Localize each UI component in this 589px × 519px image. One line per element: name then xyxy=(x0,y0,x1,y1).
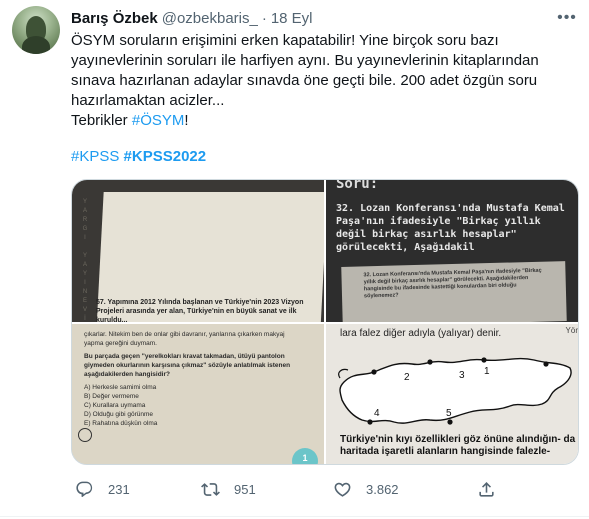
map-label: 4 xyxy=(374,408,380,419)
side-letter: I xyxy=(84,280,86,286)
media-photo-book-page[interactable]: YARGI YAYINEVİ 57. Yapımına 2012 Yılında… xyxy=(72,180,324,322)
separator-dot: · xyxy=(261,9,267,27)
option-e: E) Rahatına düşkün olma xyxy=(84,420,158,427)
map-point xyxy=(371,369,377,375)
option-b: B) Değer vermeme xyxy=(84,393,139,400)
congrats-text: Tebrikler xyxy=(71,112,132,129)
media-photo-map-question[interactable]: lara falez diğer adıyla (yalıyar) denir.… xyxy=(326,324,578,464)
photo-side-text: Yör xyxy=(565,326,578,335)
tweet-text-line: yayınevlerinin soruları ile harfiyen ayn… xyxy=(71,52,539,69)
inset-photo-text: 32. Lozan Konferansı'nda Mustafa Kemal P… xyxy=(363,267,542,300)
side-letter: A xyxy=(82,208,87,214)
tweet-text-line: hazırlamaktan acizler... xyxy=(71,92,225,109)
media-photo-dark-question[interactable]: Soru: 32. Lozan Konferansı'nda Mustafa K… xyxy=(326,180,578,322)
tweet-text-line: ÖSYM soruların erişimini erken kapatabil… xyxy=(71,32,499,49)
hashtag-kpss[interactable]: #KPSS xyxy=(71,148,119,165)
side-letter: A xyxy=(82,262,87,268)
turkey-map: 1 2 3 4 5 xyxy=(338,357,572,425)
author-handle[interactable]: @ozbekbaris_ xyxy=(162,10,258,27)
media-photo-question-options[interactable]: çıkarlar. Nitekim ben de onlar gibi davr… xyxy=(72,324,324,464)
answer-circle xyxy=(78,428,92,442)
map-label: 2 xyxy=(404,372,410,383)
divider xyxy=(0,516,589,517)
map-point xyxy=(367,419,373,425)
map-label: 5 xyxy=(446,408,452,419)
media-grid: YARGI YAYINEVİ 57. Yapımına 2012 Yılında… xyxy=(71,179,579,465)
map-point xyxy=(447,419,453,425)
like-count: 3.862 xyxy=(366,481,399,497)
side-letter: R xyxy=(82,217,88,223)
map-label: 1 xyxy=(484,366,490,377)
side-letter: I xyxy=(84,235,86,241)
tweet-header: Barış Özbek @ozbekbaris_ · 18 Eyl xyxy=(71,8,313,28)
tweet[interactable]: Barış Özbek @ozbekbaris_ · 18 Eyl ••• ÖS… xyxy=(0,0,589,519)
photo-title: Soru: xyxy=(336,180,379,192)
photo-question-text: Bu parçada geçen "yerelkokları kravat ta… xyxy=(84,353,291,378)
option-a: A) Herkesle samimi olma xyxy=(84,384,157,391)
photo-question-block: çıkarlar. Nitekim ben de onlar gibi davr… xyxy=(84,330,304,428)
retweet-count: 951 xyxy=(234,481,256,497)
map-thrace xyxy=(338,368,349,379)
avatar[interactable] xyxy=(12,6,60,54)
photo-question-text: 32. Lozan Konferansı'nda Mustafa Kemal P… xyxy=(336,203,565,253)
option-d: D) Olduğu gibi görünme xyxy=(84,411,154,418)
hashtag-row: #KPSS #KPSS2022 xyxy=(71,147,206,167)
hashtag-osym[interactable]: #ÖSYM xyxy=(132,112,185,129)
photo-question-text: 57. Yapımına 2012 Yılında başlanan ve Tü… xyxy=(96,299,304,322)
photo-top-text: lara falez diğer adıyla (yalıyar) denir. xyxy=(340,328,502,339)
reply-button[interactable]: 231 xyxy=(75,475,130,503)
hashtag-kpss2022[interactable]: #KPSS2022 xyxy=(124,148,207,165)
photo-intro-text: çıkarlar. Nitekim ben de onlar gibi davr… xyxy=(84,331,285,347)
author-name[interactable]: Barış Özbek xyxy=(71,10,158,27)
side-letter: Y xyxy=(82,253,87,259)
share-button[interactable] xyxy=(477,475,496,503)
map-point xyxy=(427,359,433,365)
more-options-icon[interactable]: ••• xyxy=(555,6,579,30)
reply-icon xyxy=(76,481,93,497)
tweet-text-line: sınava hazırlanan adaylar sınavda öne ge… xyxy=(71,72,538,89)
side-letter xyxy=(80,243,90,252)
retweet-button[interactable]: 951 xyxy=(201,475,256,503)
share-icon xyxy=(479,481,494,497)
tweet-text: ÖSYM soruların erişimini erken kapatabil… xyxy=(71,31,551,131)
heart-icon xyxy=(334,482,351,497)
side-letter: G xyxy=(82,226,88,232)
action-bar: 231 951 3.862 xyxy=(71,475,501,503)
inset-photo: 32. Lozan Konferansı'nda Mustafa Kemal P… xyxy=(341,261,567,322)
side-letter: Y xyxy=(82,271,87,277)
side-letter: İ xyxy=(84,316,86,322)
photo-bottom-text: Türkiye'nin kıyı özellikleri göz önüne a… xyxy=(340,434,576,457)
map-point xyxy=(481,357,487,363)
option-c: C) Kurallara uymama xyxy=(84,402,146,409)
side-letter: N xyxy=(82,289,88,295)
side-letter: V xyxy=(82,307,87,313)
side-text: YARGI YAYINEVİ xyxy=(80,198,90,322)
like-button[interactable]: 3.862 xyxy=(333,475,399,503)
map-label: 3 xyxy=(459,370,465,381)
reply-count: 231 xyxy=(108,481,130,497)
side-letter: E xyxy=(82,298,87,304)
tweet-date[interactable]: 18 Eyl xyxy=(271,10,313,27)
retweet-icon xyxy=(201,482,220,496)
side-letter: Y xyxy=(82,199,87,205)
map-point xyxy=(543,361,549,367)
congrats-line: Tebrikler #ÖSYM! xyxy=(71,111,551,131)
congrats-suffix: ! xyxy=(184,112,189,129)
